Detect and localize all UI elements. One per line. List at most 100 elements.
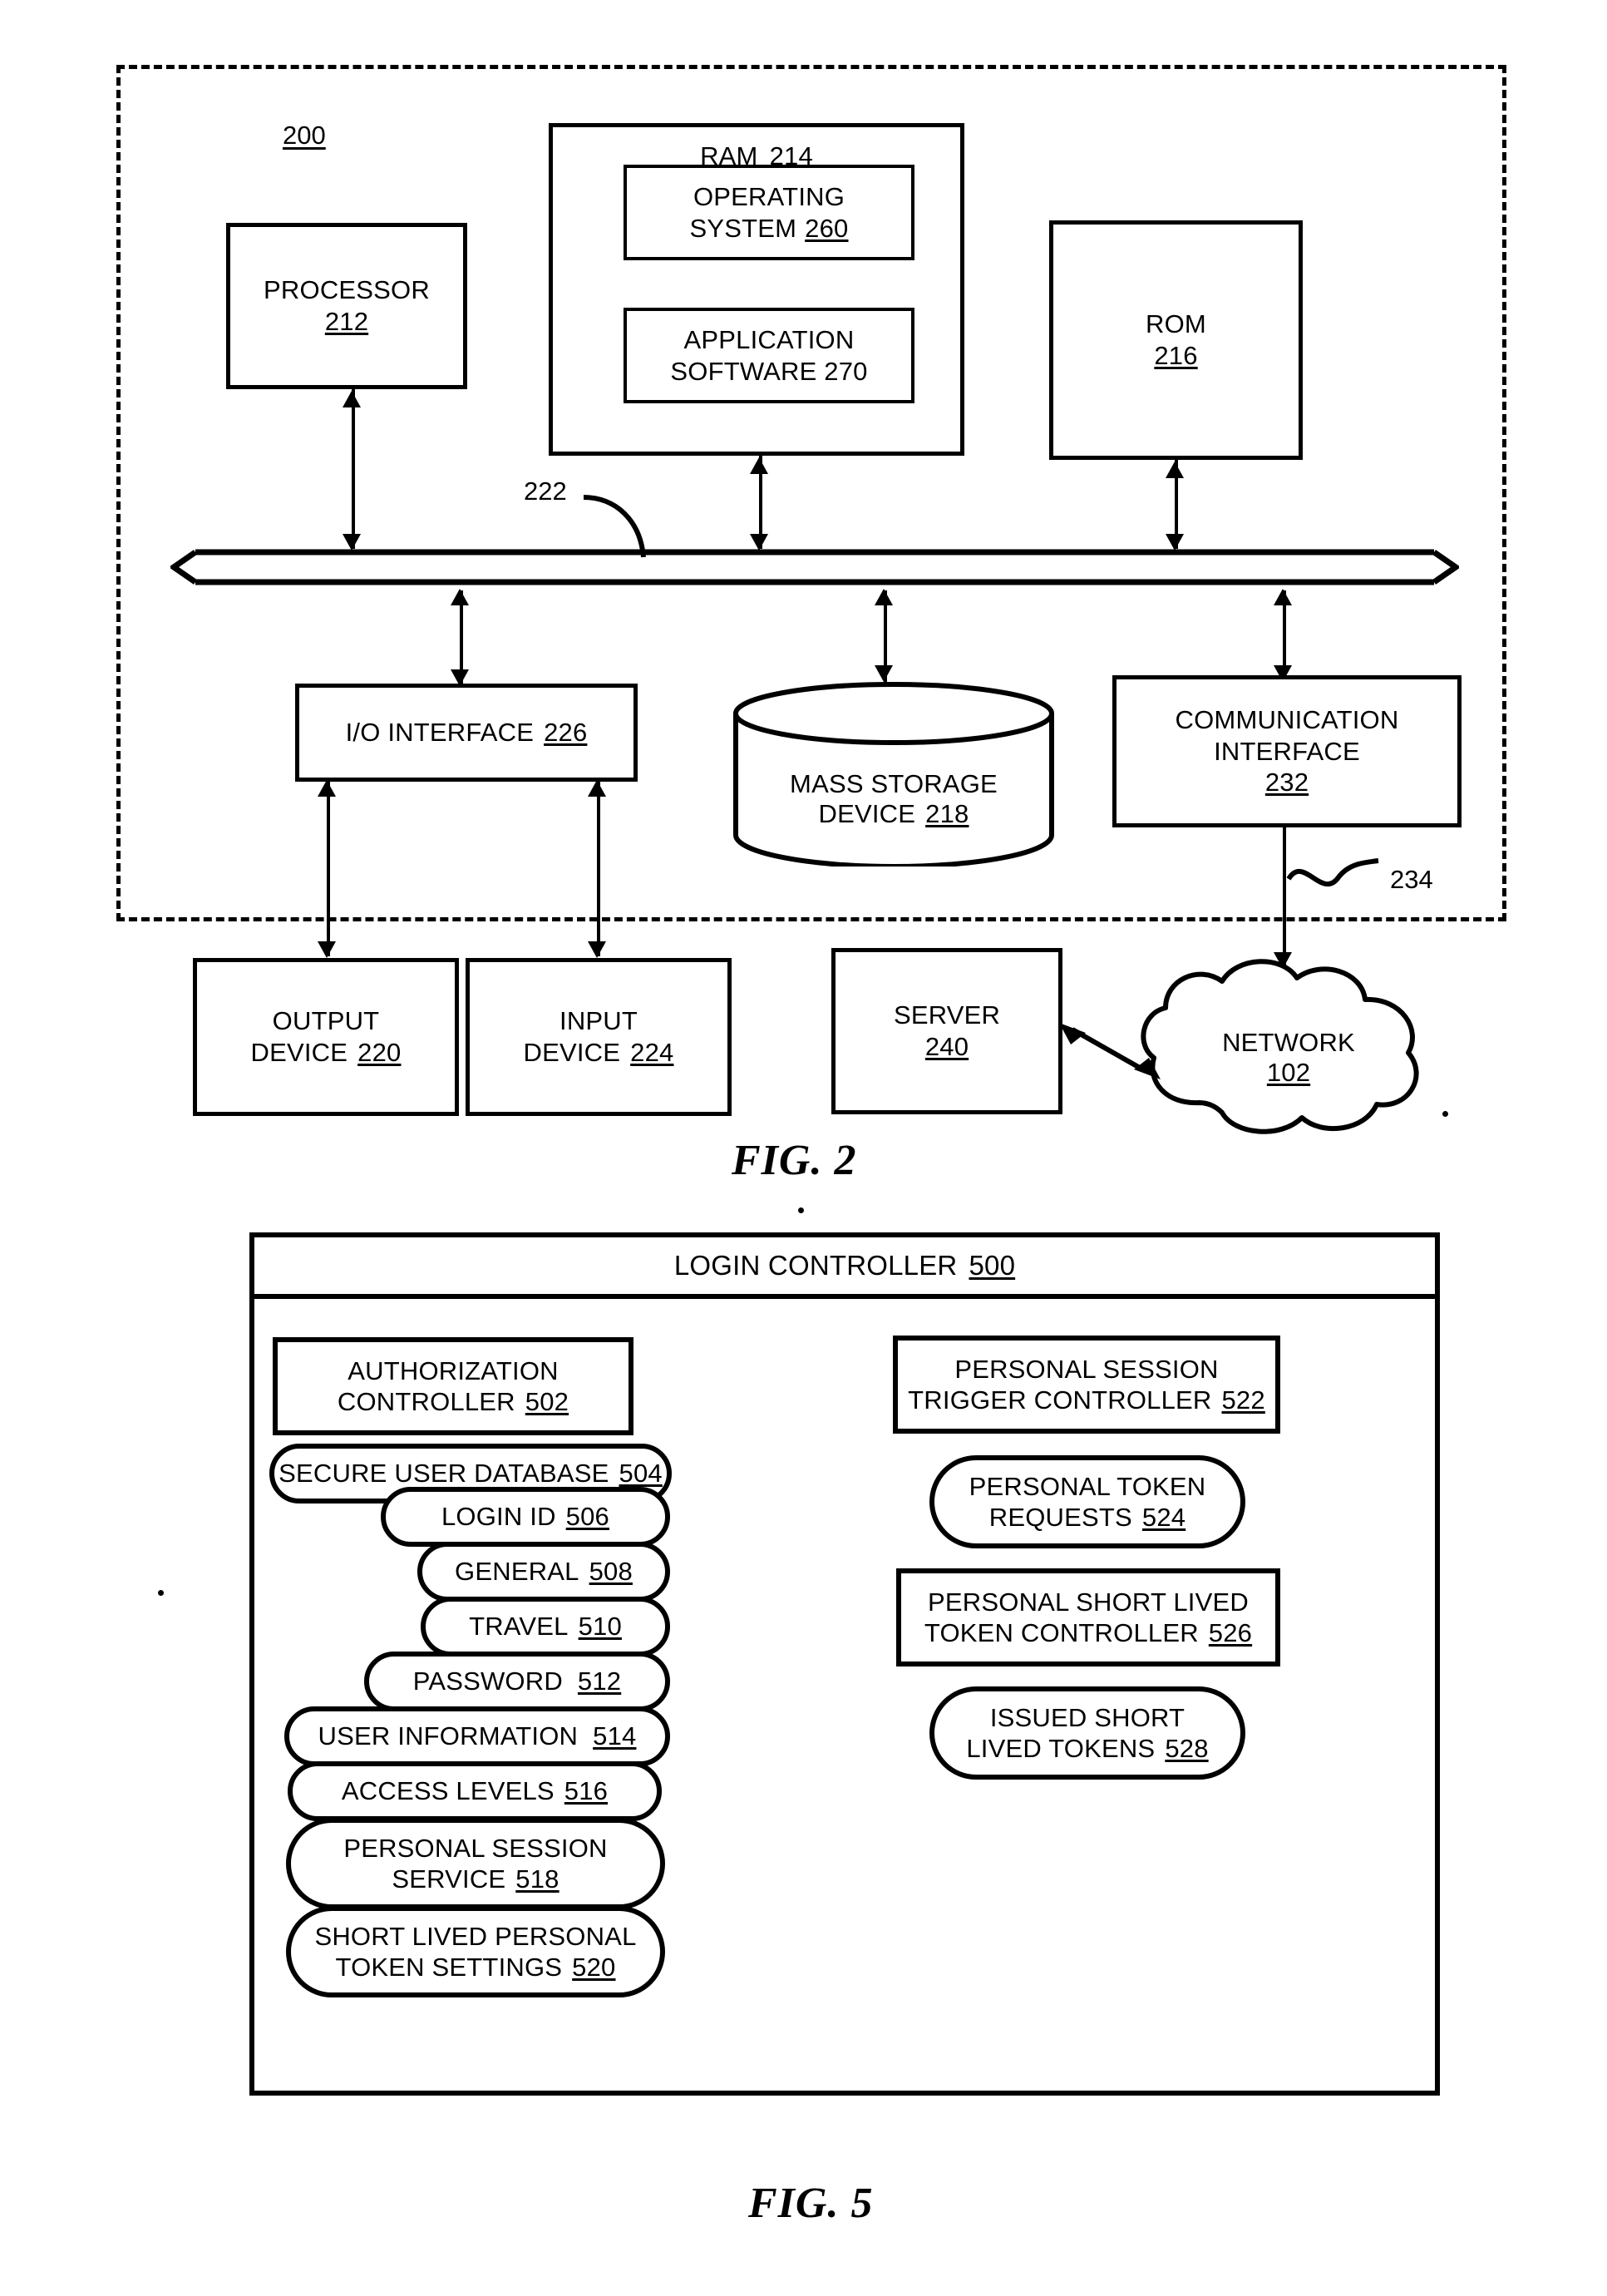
bus-reference-222: 222	[524, 476, 567, 506]
personal-session-service-line2: SERVICE 518	[392, 1864, 559, 1894]
short-lived-personal-token-settings-line1: SHORT LIVED PERSONAL	[314, 1921, 637, 1951]
server-network-arrow	[1059, 1023, 1161, 1079]
mass-storage-label-line1: MASS STORAGE	[790, 769, 998, 798]
secure-user-database-text: SECURE USER DATABASE	[279, 1459, 609, 1489]
processor-block: PROCESSOR 212	[226, 223, 467, 389]
access-levels-label: ACCESS LEVELS 516	[342, 1775, 608, 1806]
access-levels-text: ACCESS LEVELS	[341, 1776, 555, 1806]
network-cloud-block: NETWORK 102	[1122, 955, 1455, 1146]
login-id-text: LOGIN ID	[441, 1502, 556, 1532]
server-block: SERVER 240	[831, 948, 1062, 1114]
rom-bus-arrowhead-down	[1166, 534, 1184, 551]
system-bus	[168, 549, 1462, 589]
personal-token-requests-line1: PERSONAL TOKEN	[969, 1471, 1206, 1501]
output-device-text: DEVICE	[250, 1038, 348, 1067]
secure-user-database-label: SECURE USER DATABASE 504	[279, 1458, 663, 1489]
input-device-text: DEVICE	[523, 1038, 621, 1067]
authorization-controller-block: AUTHORIZATION CONTROLLER 502	[273, 1337, 633, 1435]
issued-short-lived-tokens-line1: ISSUED SHORT	[989, 1702, 1186, 1732]
mass-storage-labels: MASS STORAGE DEVICE 218	[732, 769, 1056, 829]
print-speck	[1442, 1111, 1448, 1117]
personal-session-trigger-controller-text: TRIGGER CONTROLLER	[908, 1385, 1212, 1415]
bus-leader-line	[583, 495, 646, 558]
operating-system-label-line2: SYSTEM 260	[690, 213, 849, 244]
communication-interface-ref: 232	[1264, 768, 1309, 797]
comm-network-link-line	[1283, 827, 1286, 967]
operating-system-block: OPERATING SYSTEM 260	[624, 165, 914, 260]
communication-interface-block: COMMUNICATION INTERFACE 232	[1112, 675, 1462, 827]
login-controller-title: LOGIN CONTROLLER 500	[674, 1250, 1015, 1281]
personal-session-service-oval: PERSONAL SESSION SERVICE 518	[286, 1818, 665, 1909]
output-device-label-line2: DEVICE 220	[251, 1037, 402, 1069]
issued-short-lived-tokens-text: LIVED TOKENS	[966, 1734, 1156, 1763]
issued-short-lived-tokens-oval: ISSUED SHORT LIVED TOKENS 528	[929, 1686, 1245, 1780]
output-device-ref: 220	[357, 1038, 402, 1067]
access-levels-oval: ACCESS LEVELS 516	[288, 1761, 662, 1821]
processor-ref: 212	[324, 307, 369, 336]
issued-short-lived-tokens-ref: 528	[1165, 1734, 1209, 1763]
general-ref: 508	[589, 1557, 633, 1587]
authorization-controller-ref: 502	[525, 1387, 569, 1416]
operating-system-ref: 260	[805, 213, 849, 243]
io-input-arrow-line	[597, 782, 600, 956]
bus-storage-arrowhead-up	[875, 589, 893, 605]
personal-token-requests-oval: PERSONAL TOKEN REQUESTS 524	[929, 1455, 1245, 1548]
general-label: GENERAL 508	[455, 1556, 633, 1587]
login-controller-title-text: LOGIN CONTROLLER	[673, 1250, 958, 1281]
io-output-arrow-line	[327, 782, 330, 956]
personal-short-lived-token-controller-line2: TOKEN CONTROLLER 526	[924, 1617, 1252, 1648]
authorization-controller-line1: AUTHORIZATION	[348, 1355, 559, 1385]
user-information-oval: USER INFORMATION 514	[284, 1706, 670, 1766]
io-interface-label: I/O INTERFACE 226	[346, 717, 588, 748]
login-controller-panel: LOGIN CONTROLLER 500 AUTHORIZATION CONTR…	[249, 1232, 1440, 2096]
personal-token-requests-text: REQUESTS	[988, 1503, 1132, 1532]
issued-short-lived-tokens-line2: LIVED TOKENS 528	[966, 1733, 1208, 1764]
operating-system-label-word: SYSTEM	[689, 213, 797, 243]
personal-session-trigger-controller-line1: PERSONAL SESSION	[954, 1354, 1219, 1384]
user-information-ref: 514	[593, 1721, 637, 1751]
short-lived-personal-token-settings-ref: 520	[572, 1953, 616, 1982]
personal-short-lived-token-controller-text: TOKEN CONTROLLER	[924, 1618, 1199, 1647]
application-software-label-line2: SOFTWARE 270	[670, 356, 868, 386]
network-label: NETWORK	[1222, 1028, 1355, 1057]
password-ref: 512	[577, 1666, 622, 1696]
access-levels-ref: 516	[564, 1776, 609, 1806]
fig5-caption: FIG. 5	[748, 2180, 874, 2227]
personal-session-service-text: SERVICE	[392, 1864, 506, 1894]
short-lived-personal-token-settings-text: TOKEN SETTINGS	[335, 1953, 563, 1982]
personal-short-lived-token-controller-ref: 526	[1208, 1618, 1253, 1647]
output-device-label-line1: OUTPUT	[272, 1006, 380, 1036]
travel-text: TRAVEL	[469, 1612, 569, 1642]
bus-io-arrowhead-up	[451, 589, 469, 605]
short-lived-personal-token-settings-oval: SHORT LIVED PERSONAL TOKEN SETTINGS 520	[286, 1906, 665, 1997]
network-labels: NETWORK 102	[1122, 1028, 1455, 1088]
password-oval: PASSWORD 512	[364, 1652, 670, 1711]
user-information-text: USER INFORMATION	[318, 1721, 579, 1751]
print-speck	[798, 1207, 804, 1213]
personal-session-trigger-controller-block: PERSONAL SESSION TRIGGER CONTROLLER 522	[893, 1336, 1280, 1434]
mass-storage-label-line2: DEVICE 218	[732, 799, 1056, 829]
personal-session-service-line1: PERSONAL SESSION	[343, 1833, 608, 1863]
authorization-controller-line2: CONTROLLER 502	[338, 1386, 569, 1417]
rom-label: ROM	[1146, 309, 1206, 339]
bus-comm-arrowhead-up	[1274, 589, 1292, 605]
processor-bus-arrowhead-up	[343, 391, 361, 407]
mass-storage-ref: 218	[925, 799, 969, 828]
communication-interface-label-line2: INTERFACE	[1214, 736, 1360, 766]
input-device-ref: 224	[630, 1038, 674, 1067]
print-speck	[158, 1590, 164, 1596]
application-software-label-line1: APPLICATION	[683, 324, 855, 354]
travel-label: TRAVEL 510	[469, 1611, 622, 1642]
authorization-controller-text: CONTROLLER	[337, 1387, 515, 1416]
output-device-block: OUTPUT DEVICE 220	[193, 958, 459, 1116]
secure-user-database-ref: 504	[619, 1459, 663, 1489]
personal-session-trigger-controller-ref: 522	[1221, 1385, 1265, 1415]
login-id-ref: 506	[565, 1502, 609, 1532]
io-input-arrowhead-up	[588, 780, 606, 797]
io-input-arrowhead-down	[588, 941, 606, 958]
login-id-label: LOGIN ID 506	[441, 1501, 609, 1532]
io-output-arrowhead-up	[318, 780, 336, 797]
travel-ref: 510	[578, 1612, 622, 1642]
rom-bus-arrowhead-up	[1166, 462, 1184, 478]
operating-system-label-line1: OPERATING	[693, 181, 845, 211]
